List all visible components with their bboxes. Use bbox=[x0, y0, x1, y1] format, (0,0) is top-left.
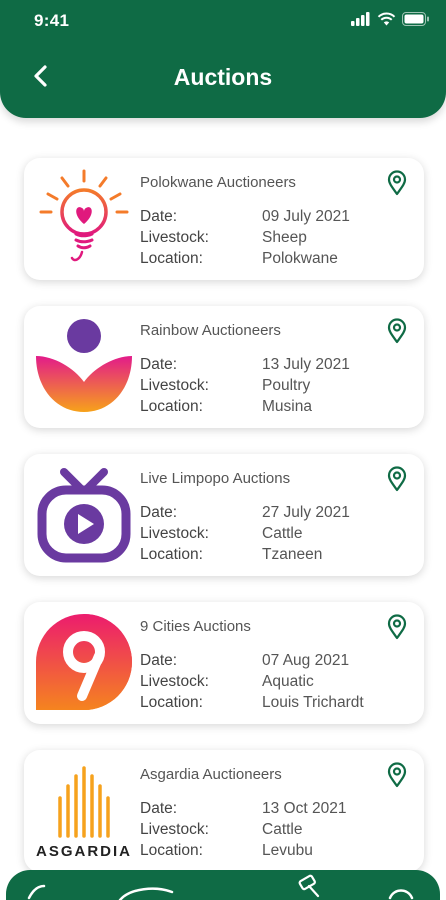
livestock-label: Livestock: bbox=[140, 821, 209, 838]
location-value: Tzaneen bbox=[262, 546, 323, 563]
auction-card[interactable]: Polokwane Auctioneers Date: 09 July 2021 … bbox=[24, 158, 424, 280]
auction-card[interactable]: Rainbow Auctioneers Date: 13 July 2021 Li… bbox=[24, 306, 424, 428]
livestock-value: Aquatic bbox=[262, 673, 314, 690]
home-icon[interactable] bbox=[26, 878, 56, 900]
nine-logo bbox=[36, 614, 132, 710]
location-pin-icon[interactable] bbox=[386, 170, 408, 196]
auction-name: Rainbow Auctioneers bbox=[140, 322, 281, 339]
location-value: Musina bbox=[262, 398, 312, 415]
rainbow-person-logo bbox=[36, 319, 132, 412]
auction-card[interactable]: Live Limpopo Auctions Date: 27 July 2021 … bbox=[24, 454, 424, 576]
signal-icon bbox=[351, 12, 370, 26]
battery-icon bbox=[402, 12, 429, 26]
profile-icon[interactable] bbox=[386, 878, 416, 900]
livestock-value: Cattle bbox=[262, 821, 303, 838]
date-label: Date: bbox=[140, 652, 178, 669]
location-value: Polokwane bbox=[262, 250, 338, 267]
auction-card[interactable]: ASGARDIA Asgardia Auctioneers Date: 13 Oc… bbox=[24, 750, 424, 872]
auction-name: 9 Cities Auctions bbox=[140, 618, 251, 635]
date-label: Date: bbox=[140, 504, 178, 521]
location-label: Location: bbox=[140, 250, 203, 267]
wifi-icon bbox=[377, 12, 396, 26]
status-icons bbox=[351, 12, 430, 26]
location-value: Louis Trichardt bbox=[262, 694, 364, 711]
bottom-navigation bbox=[6, 870, 440, 900]
date-value: 13 July 2021 bbox=[262, 356, 350, 373]
livestock-label: Livestock: bbox=[140, 673, 209, 690]
location-label: Location: bbox=[140, 398, 203, 415]
gavel-icon[interactable] bbox=[294, 874, 322, 898]
location-label: Location: bbox=[140, 546, 203, 563]
status-time: 9:41 bbox=[34, 11, 70, 30]
auction-name: Polokwane Auctioneers bbox=[140, 174, 296, 191]
livestock-value: Cattle bbox=[262, 525, 303, 542]
date-label: Date: bbox=[140, 208, 178, 225]
location-label: Location: bbox=[140, 842, 203, 859]
date-label: Date: bbox=[140, 800, 178, 817]
location-pin-icon[interactable] bbox=[386, 318, 408, 344]
livestock-value: Poultry bbox=[262, 377, 311, 394]
svg-text:ASGARDIA: ASGARDIA bbox=[36, 843, 132, 860]
date-value: 09 July 2021 bbox=[262, 208, 350, 225]
auction-name: Live Limpopo Auctions bbox=[140, 470, 291, 487]
auction-list: Polokwane Auctioneers Date: 09 July 2021 … bbox=[24, 158, 424, 898]
date-label: Date: bbox=[140, 356, 178, 373]
livestock-label: Livestock: bbox=[140, 229, 209, 246]
date-value: 07 Aug 2021 bbox=[262, 652, 350, 669]
tv-play-logo bbox=[37, 468, 131, 563]
livestock-value: Sheep bbox=[262, 229, 307, 246]
location-pin-icon[interactable] bbox=[386, 762, 408, 788]
date-value: 27 July 2021 bbox=[262, 504, 350, 521]
location-label: Location: bbox=[140, 694, 203, 711]
app-header: 9:41 Auctions bbox=[0, 0, 446, 118]
location-pin-icon[interactable] bbox=[386, 614, 408, 640]
date-value: 13 Oct 2021 bbox=[262, 800, 347, 817]
auction-card[interactable]: 9 Cities Auctions Date: 07 Aug 2021 Lives… bbox=[24, 602, 424, 724]
livestock-label: Livestock: bbox=[140, 377, 209, 394]
page-title: Auctions bbox=[173, 64, 273, 90]
asgardia-logo: ASGARDIA bbox=[36, 766, 132, 860]
lightbulb-heart-logo bbox=[39, 169, 129, 262]
location-value: Levubu bbox=[262, 842, 313, 859]
location-pin-icon[interactable] bbox=[386, 466, 408, 492]
livestock-label: Livestock: bbox=[140, 525, 209, 542]
auction-icon[interactable] bbox=[116, 878, 176, 900]
auction-name: Asgardia Auctioneers bbox=[140, 766, 282, 783]
